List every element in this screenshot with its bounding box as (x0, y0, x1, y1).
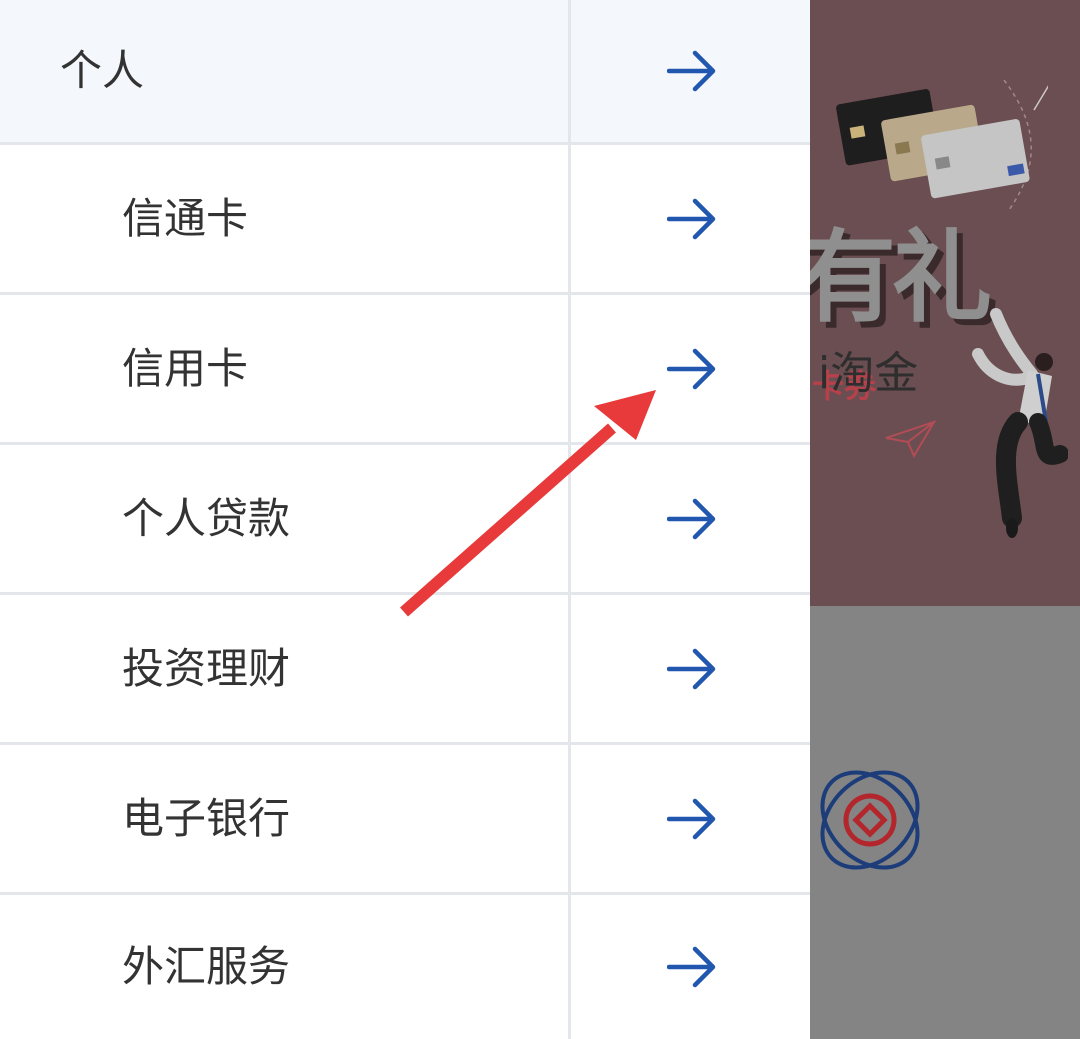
paper-plane-icon (885, 420, 936, 458)
arrow-right-icon[interactable] (667, 647, 717, 691)
menu-item-label: 电子银行 (122, 793, 291, 843)
menu-item-e-banking[interactable]: 电子银行 (0, 745, 810, 895)
itaojin-coin-icon[interactable] (810, 758, 930, 882)
arrow-right-icon[interactable] (667, 945, 717, 989)
arrow-cell[interactable] (568, 145, 810, 292)
arrow-cell[interactable] (568, 745, 810, 892)
menu-item-xintong-card[interactable]: 信通卡 (0, 145, 810, 295)
businessman-illustration (972, 308, 1068, 538)
menu-item-label: 投资理财 (122, 643, 291, 693)
itaojin-label[interactable]: i淘金 (818, 352, 1080, 396)
service-panel (810, 606, 1080, 1039)
arrow-cell[interactable] (568, 295, 810, 442)
menu-item-personal[interactable]: 个人 (0, 0, 810, 145)
bank-cards-illustration (836, 80, 1048, 210)
arrow-right-icon[interactable] (667, 49, 717, 93)
background-page: 有礼 卡券 i淘金 (810, 0, 1080, 1039)
arrow-right-icon[interactable] (667, 197, 717, 241)
menu-item-label: 信通卡 (122, 193, 249, 243)
menu-drawer: 个人 信通卡 信用卡 个人贷款 投资理财 电子银行 外汇服务 (0, 0, 810, 1039)
menu-item-label: 个人 (60, 46, 145, 95)
arrow-cell[interactable] (568, 445, 810, 592)
arrow-cell[interactable] (568, 595, 810, 742)
menu-item-credit-card[interactable]: 信用卡 (0, 295, 810, 445)
arrow-right-icon[interactable] (667, 497, 717, 541)
menu-item-personal-loan[interactable]: 个人贷款 (0, 445, 810, 595)
menu-item-label: 信用卡 (122, 343, 249, 393)
arrow-right-icon[interactable] (667, 347, 717, 391)
menu-item-investment[interactable]: 投资理财 (0, 595, 810, 745)
banner-title: 有礼 (810, 219, 992, 336)
menu-item-label: 外汇服务 (122, 942, 291, 991)
menu-item-label: 个人贷款 (122, 493, 291, 543)
promo-banner[interactable]: 有礼 卡券 (810, 0, 1080, 606)
arrow-cell[interactable] (568, 0, 810, 142)
arrow-right-icon[interactable] (667, 797, 717, 841)
menu-item-forex[interactable]: 外汇服务 (0, 895, 810, 1039)
arrow-cell[interactable] (568, 895, 810, 1039)
